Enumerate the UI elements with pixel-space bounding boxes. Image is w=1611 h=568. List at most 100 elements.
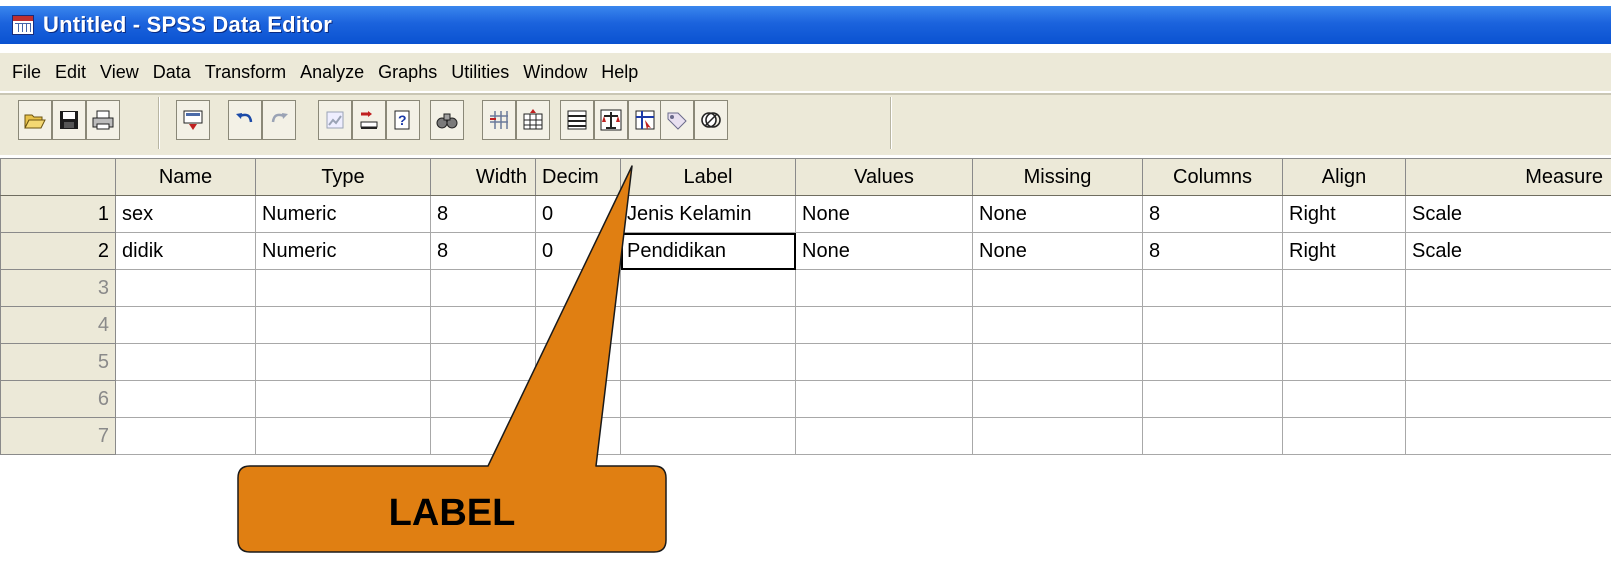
- menu-window[interactable]: Window: [516, 62, 594, 83]
- goto-chart-icon[interactable]: [318, 100, 352, 140]
- variables-icon[interactable]: ?: [386, 100, 420, 140]
- menu-utilities[interactable]: Utilities: [444, 62, 516, 83]
- column-header-label[interactable]: Label: [620, 158, 796, 196]
- find-icon[interactable]: [430, 100, 464, 140]
- cell-align[interactable]: [1282, 417, 1406, 455]
- cell-width[interactable]: [430, 380, 536, 418]
- cell-width[interactable]: [430, 306, 536, 344]
- cell-type[interactable]: [255, 269, 431, 307]
- cell-values[interactable]: [795, 343, 973, 381]
- row-number[interactable]: 5: [0, 343, 116, 381]
- row-number[interactable]: 7: [0, 417, 116, 455]
- cell-values[interactable]: [795, 306, 973, 344]
- menu-analyze[interactable]: Analyze: [293, 62, 371, 83]
- use-sets-icon[interactable]: [694, 100, 728, 140]
- cell-label[interactable]: [620, 343, 796, 381]
- column-header-align[interactable]: Align: [1282, 158, 1406, 196]
- cell-measure[interactable]: Scale: [1405, 195, 1611, 233]
- cell-columns[interactable]: [1142, 417, 1283, 455]
- cell-values[interactable]: None: [795, 195, 973, 233]
- cell-measure[interactable]: Scale: [1405, 232, 1611, 270]
- weight-cases-icon[interactable]: [594, 100, 628, 140]
- cell-name[interactable]: [115, 269, 256, 307]
- row-number[interactable]: 4: [0, 306, 116, 344]
- cell-type[interactable]: [255, 306, 431, 344]
- cell-label[interactable]: Pendidikan: [620, 232, 796, 270]
- cell-measure[interactable]: [1405, 343, 1611, 381]
- cell-decimals[interactable]: [535, 269, 621, 307]
- cell-missing[interactable]: None: [972, 232, 1143, 270]
- menu-help[interactable]: Help: [594, 62, 645, 83]
- cell-align[interactable]: [1282, 269, 1406, 307]
- cell-label[interactable]: [620, 269, 796, 307]
- cell-type[interactable]: Numeric: [255, 232, 431, 270]
- cell-decimals[interactable]: [535, 306, 621, 344]
- column-header-measure[interactable]: Measure: [1405, 158, 1611, 196]
- select-cases-icon[interactable]: [628, 100, 662, 140]
- cell-name[interactable]: [115, 306, 256, 344]
- cell-label[interactable]: Jenis Kelamin: [620, 195, 796, 233]
- cell-type[interactable]: [255, 417, 431, 455]
- cell-columns[interactable]: 8: [1142, 232, 1283, 270]
- cell-name[interactable]: didik: [115, 232, 256, 270]
- cell-width[interactable]: 8: [430, 232, 536, 270]
- column-header-width[interactable]: Width: [430, 158, 536, 196]
- undo-icon[interactable]: [228, 100, 262, 140]
- column-header-name[interactable]: Name: [115, 158, 256, 196]
- cell-decimals[interactable]: [535, 380, 621, 418]
- cell-label[interactable]: [620, 417, 796, 455]
- cell-columns[interactable]: [1142, 306, 1283, 344]
- row-number[interactable]: 6: [0, 380, 116, 418]
- cell-align[interactable]: [1282, 380, 1406, 418]
- cell-label[interactable]: [620, 380, 796, 418]
- cell-width[interactable]: [430, 417, 536, 455]
- cell-values[interactable]: [795, 417, 973, 455]
- dialog-recall-icon[interactable]: [176, 100, 210, 140]
- cell-missing[interactable]: [972, 269, 1143, 307]
- cell-align[interactable]: Right: [1282, 232, 1406, 270]
- cell-measure[interactable]: [1405, 269, 1611, 307]
- cell-width[interactable]: [430, 269, 536, 307]
- cell-missing[interactable]: [972, 380, 1143, 418]
- split-file-icon[interactable]: [560, 100, 594, 140]
- cell-columns[interactable]: [1142, 380, 1283, 418]
- cell-values[interactable]: [795, 269, 973, 307]
- spss-app-icon[interactable]: [12, 15, 34, 35]
- column-header-values[interactable]: Values: [795, 158, 973, 196]
- cell-decimals[interactable]: [535, 343, 621, 381]
- cell-missing[interactable]: [972, 417, 1143, 455]
- menu-file[interactable]: File: [0, 62, 48, 83]
- row-number[interactable]: 2: [0, 232, 116, 270]
- insert-variable-icon[interactable]: [516, 100, 550, 140]
- corner-cell[interactable]: [0, 158, 116, 196]
- print-icon[interactable]: [86, 100, 120, 140]
- column-header-type[interactable]: Type: [255, 158, 431, 196]
- save-icon[interactable]: [52, 100, 86, 140]
- cell-columns[interactable]: [1142, 269, 1283, 307]
- goto-case-icon[interactable]: [352, 100, 386, 140]
- cell-align[interactable]: [1282, 306, 1406, 344]
- cell-type[interactable]: [255, 380, 431, 418]
- cell-name[interactable]: sex: [115, 195, 256, 233]
- cell-missing[interactable]: [972, 306, 1143, 344]
- row-number[interactable]: 3: [0, 269, 116, 307]
- cell-width[interactable]: [430, 343, 536, 381]
- menu-graphs[interactable]: Graphs: [371, 62, 444, 83]
- cell-decimals[interactable]: 0: [535, 195, 621, 233]
- cell-align[interactable]: [1282, 343, 1406, 381]
- cell-values[interactable]: [795, 380, 973, 418]
- cell-missing[interactable]: [972, 343, 1143, 381]
- cell-decimals[interactable]: 0: [535, 232, 621, 270]
- value-labels-icon[interactable]: [660, 100, 694, 140]
- cell-width[interactable]: 8: [430, 195, 536, 233]
- menu-edit[interactable]: Edit: [48, 62, 93, 83]
- cell-measure[interactable]: [1405, 417, 1611, 455]
- cell-missing[interactable]: None: [972, 195, 1143, 233]
- cell-type[interactable]: Numeric: [255, 195, 431, 233]
- row-number[interactable]: 1: [0, 195, 116, 233]
- cell-type[interactable]: [255, 343, 431, 381]
- cell-decimals[interactable]: [535, 417, 621, 455]
- column-header-columns[interactable]: Columns: [1142, 158, 1283, 196]
- menu-data[interactable]: Data: [146, 62, 198, 83]
- redo-icon[interactable]: [262, 100, 296, 140]
